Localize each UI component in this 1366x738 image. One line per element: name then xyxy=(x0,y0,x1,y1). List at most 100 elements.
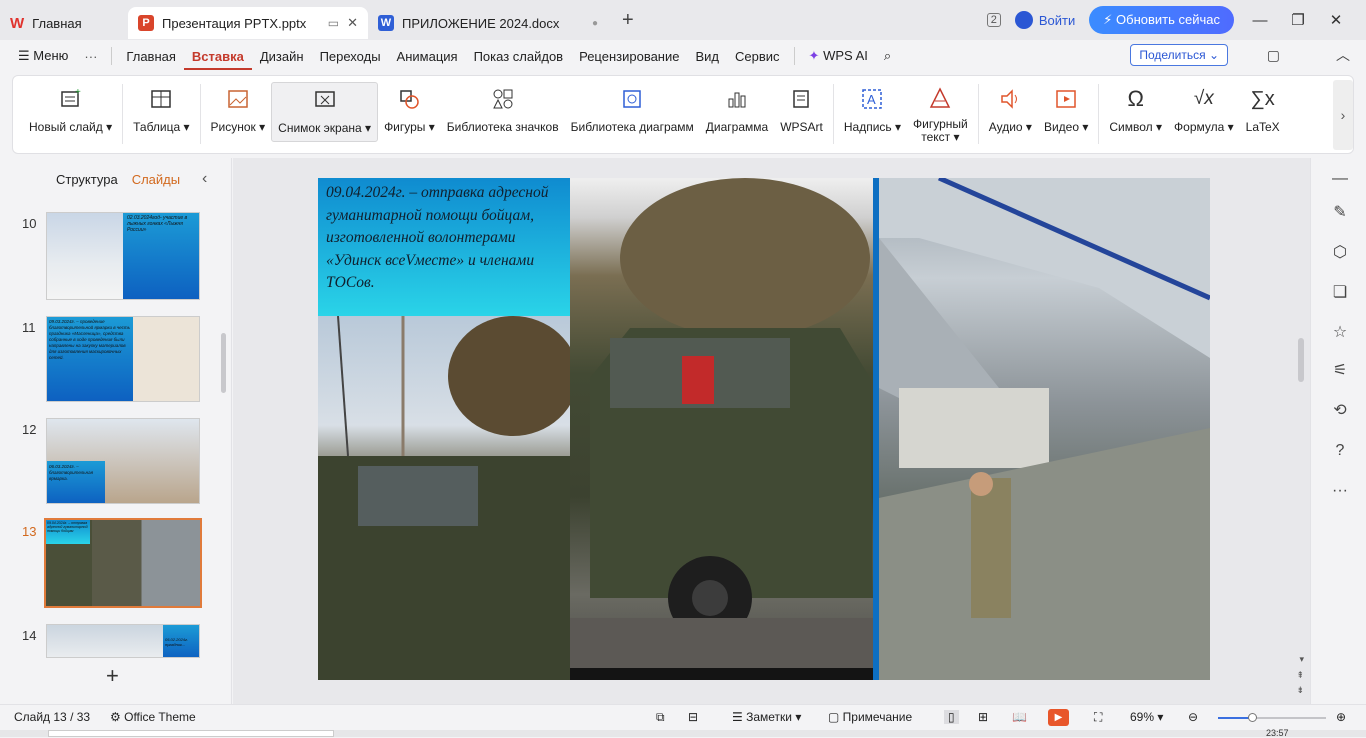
comment-icon[interactable]: ▢ xyxy=(1267,47,1280,64)
canvas-scrollbar[interactable] xyxy=(1298,338,1304,382)
tab-outline[interactable]: Структура xyxy=(56,172,118,187)
search-icon[interactable]: ⌕ xyxy=(876,48,899,64)
menu-item-slideshow[interactable]: Показ слайдов xyxy=(466,49,572,64)
symbol-button[interactable]: Ω Символ ▾ xyxy=(1103,84,1168,144)
sigma-icon: ∑x xyxy=(1250,87,1275,110)
slide-thumbnail[interactable]: 06.03.2024г. – благотворительная ярмарка… xyxy=(46,418,200,504)
menu-item-insert[interactable]: Вставка xyxy=(183,49,252,70)
chart-button[interactable]: Диаграмма xyxy=(700,84,774,144)
tab-presentation[interactable]: P Презентация PPTX.pptx ▭ ✕ xyxy=(128,7,368,39)
minus-icon[interactable]: — xyxy=(1330,170,1350,188)
ribbon-divider-2 xyxy=(199,84,201,144)
menu-label: Меню xyxy=(33,48,69,63)
car-photo-left[interactable] xyxy=(318,316,570,680)
new-tab-icon[interactable]: + xyxy=(622,9,634,32)
menu-item-review[interactable]: Рецензирование xyxy=(571,49,687,64)
notes-button[interactable]: ☰ Заметки ▾ xyxy=(732,710,801,724)
new-slide-button[interactable]: + Новый слайд ▾ xyxy=(23,84,118,144)
panel-scrollbar[interactable] xyxy=(221,333,226,393)
formula-button[interactable]: √x Формула ▾ xyxy=(1168,84,1240,144)
fit-window-icon[interactable]: ⛶ xyxy=(1094,710,1102,725)
slide-thumbnail[interactable]: 09.04.2024г. – отправка адресной гуманит… xyxy=(44,518,202,608)
menu-item-design[interactable]: Дизайн xyxy=(252,49,312,64)
theme-button[interactable]: ⚙ Office Theme xyxy=(110,710,196,724)
icon-library-button[interactable]: Библиотека значков xyxy=(441,84,565,144)
shape-edit-icon[interactable]: ⬡ xyxy=(1330,242,1350,262)
taskbar-search-box[interactable] xyxy=(48,730,334,737)
tab-slides[interactable]: Слайды xyxy=(132,172,180,187)
picture-button[interactable]: Рисунок ▾ xyxy=(205,84,272,144)
restore-icon[interactable]: ❐ xyxy=(1286,11,1310,29)
wpsart-button[interactable]: WPSArt xyxy=(774,84,829,144)
menu-item-view[interactable]: Вид xyxy=(687,49,727,64)
menu-item-home[interactable]: Главная xyxy=(118,49,183,64)
scroll-down-icon[interactable]: ▾ xyxy=(1299,654,1304,665)
symbol-label: Символ xyxy=(1109,120,1153,134)
update-button[interactable]: ⚡ Обновить сейчас xyxy=(1089,6,1234,34)
table-button[interactable]: Таблица ▾ xyxy=(127,84,195,144)
zoom-dropdown[interactable]: 69% ▾ xyxy=(1130,710,1163,724)
audio-label: Аудио xyxy=(988,120,1023,134)
chart-library-button[interactable]: Библиотека диаграмм xyxy=(565,84,700,144)
slide-thumbnail[interactable]: 02.03.2024год- участие в лыжных гонках «… xyxy=(46,212,200,300)
comment-button[interactable]: ▢ Примечание xyxy=(828,710,912,724)
login-button[interactable]: Войти xyxy=(1014,11,1075,29)
next-slide-icon[interactable]: ⇟ xyxy=(1296,685,1304,696)
slide-sorter-icon[interactable]: ⊞ xyxy=(978,710,988,724)
picture-icon xyxy=(226,84,250,114)
menu-button[interactable]: ☰ Меню xyxy=(0,48,76,64)
chart-label: Диаграмма xyxy=(705,120,769,134)
wps-ai-icon: ✦ xyxy=(808,48,820,63)
video-label: Видео xyxy=(1043,120,1080,134)
window-count-badge[interactable]: 2 xyxy=(986,13,1001,27)
tab-document[interactable]: W ПРИЛОЖЕНИЕ 2024.docx ● xyxy=(368,7,608,39)
help-icon[interactable]: ? xyxy=(1330,442,1350,460)
compare-icon[interactable]: ⊟ xyxy=(688,710,698,724)
close-window-icon[interactable]: ✕ xyxy=(1324,11,1348,29)
more-tools-icon[interactable]: ··· xyxy=(1330,482,1350,500)
magic-wand-icon[interactable]: ✎ xyxy=(1330,202,1350,222)
zoom-out-icon[interactable]: ⊖ xyxy=(1188,710,1198,724)
aircraft-photo-right[interactable] xyxy=(879,178,1210,680)
play-slideshow-icon[interactable]: ▶ xyxy=(1048,709,1069,726)
menu-item-transitions[interactable]: Переходы xyxy=(312,49,389,64)
collapse-ribbon-icon[interactable]: ︿ xyxy=(1336,45,1350,65)
menu-item-tools[interactable]: Сервис xyxy=(727,49,788,64)
car-photo-center[interactable] xyxy=(570,178,873,668)
menu-bar: ☰ Меню ··· Главная Вставка Дизайн Перехо… xyxy=(0,40,1366,72)
shapes-button[interactable]: Фигуры ▾ xyxy=(378,84,441,144)
minimize-icon[interactable]: — xyxy=(1248,12,1272,29)
slide-thumbnail[interactable]: 09.03.2024г. – проведение благотворитель… xyxy=(46,316,200,402)
star-icon[interactable]: ☆ xyxy=(1330,322,1350,342)
normal-view-icon[interactable]: ▯ xyxy=(944,710,959,724)
audio-button[interactable]: Аудио ▾ xyxy=(983,84,1038,144)
monitor-icon[interactable]: ▭ xyxy=(328,16,339,30)
video-button[interactable]: Видео ▾ xyxy=(1038,84,1094,144)
zoom-slider-handle[interactable] xyxy=(1248,713,1257,722)
add-slide-icon[interactable]: + xyxy=(106,663,119,689)
close-tab-icon[interactable]: ✕ xyxy=(347,15,358,31)
collapse-panel-icon[interactable]: ‹ xyxy=(202,170,207,188)
layers-icon[interactable]: ❏ xyxy=(1330,282,1350,302)
more-icon[interactable]: ··· xyxy=(76,49,105,64)
settings-sliders-icon[interactable]: ⚟ xyxy=(1330,360,1350,380)
latex-button[interactable]: ∑x LaTeX xyxy=(1240,84,1286,144)
wps-ai-button[interactable]: ✦ WPS AI xyxy=(801,48,876,64)
slide-thumbnail[interactable]: 05.02.2024г. праздник... xyxy=(46,624,200,658)
share-button[interactable]: Поделиться ⌄ xyxy=(1130,44,1228,66)
ribbon-scroll-right-icon[interactable]: › xyxy=(1333,80,1353,150)
reading-view-icon[interactable]: 📖 xyxy=(1012,710,1027,724)
fit-icon[interactable]: ⧉ xyxy=(656,710,665,725)
screenshot-button[interactable]: Снимок экрана ▾ xyxy=(271,82,379,142)
tab-home[interactable]: W Главная xyxy=(0,7,128,39)
icon-library-icon xyxy=(491,84,515,114)
thumbnail-caption: 05.02.2024г. праздник... xyxy=(165,637,189,647)
prev-slide-icon[interactable]: ⇞ xyxy=(1296,670,1304,681)
menu-item-animation[interactable]: Анимация xyxy=(389,49,466,64)
current-slide[interactable]: 09.04.2024г. – отправка адресной гуманит… xyxy=(318,178,1210,680)
wordart-button[interactable]: Фигурный текст ▾ xyxy=(907,84,974,144)
textbox-button[interactable]: A Надпись ▾ xyxy=(838,84,907,144)
zoom-in-icon[interactable]: ⊕ xyxy=(1336,710,1346,724)
slide-caption-text[interactable]: 09.04.2024г. – отправка адресной гуманит… xyxy=(318,178,570,316)
history-icon[interactable]: ⟲ xyxy=(1330,400,1350,420)
